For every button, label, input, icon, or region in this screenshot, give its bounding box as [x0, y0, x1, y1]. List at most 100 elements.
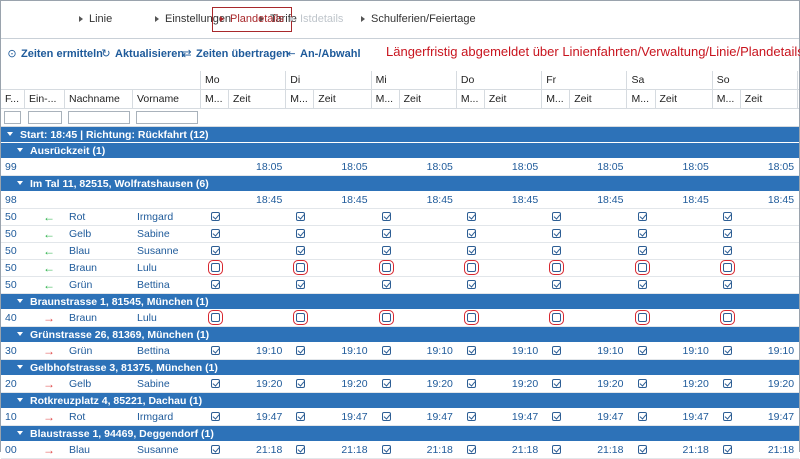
mitfahrt-checkbox[interactable]: [381, 379, 391, 388]
column-header-zeit[interactable]: Zeit: [229, 90, 287, 109]
column-header-mit[interactable]: M...: [286, 90, 315, 109]
column-header-vorname[interactable]: Vorname: [133, 90, 201, 109]
mitfahrt-checkbox[interactable]: [381, 346, 391, 355]
mitfahrt-checkbox[interactable]: [378, 260, 394, 275]
mitfahrt-checkbox[interactable]: [637, 246, 647, 255]
mitfahrt-checkbox[interactable]: [381, 280, 391, 289]
caret-down-icon[interactable]: [17, 299, 23, 303]
column-header-zeit[interactable]: Zeit: [570, 90, 628, 109]
caret-down-icon[interactable]: [17, 332, 23, 336]
mitfahrt-checkbox[interactable]: [296, 445, 306, 454]
mitfahrt-checkbox[interactable]: [722, 412, 732, 421]
filter-input-nachname[interactable]: [68, 111, 130, 124]
mitfahrt-checkbox[interactable]: [637, 229, 647, 238]
mitfahrt-checkbox[interactable]: [722, 280, 732, 289]
mitfahrt-checkbox[interactable]: [381, 246, 391, 255]
table-row[interactable]: 50 ← Grün Bettina: [1, 277, 799, 294]
mitfahrt-checkbox[interactable]: [466, 229, 476, 238]
mitfahrt-checkbox[interactable]: [637, 412, 647, 421]
mitfahrt-checkbox[interactable]: [211, 280, 220, 289]
mitfahrt-checkbox[interactable]: [296, 412, 306, 421]
caret-down-icon[interactable]: [7, 132, 13, 136]
column-header-nachname[interactable]: Nachname: [65, 90, 133, 109]
mitfahrt-checkbox[interactable]: [552, 212, 562, 221]
mitfahrt-checkbox[interactable]: [208, 310, 223, 325]
column-header-zeit[interactable]: Zeit: [485, 90, 543, 109]
table-row[interactable]: 50 ← Gelb Sabine: [1, 226, 799, 243]
mitfahrt-checkbox[interactable]: [381, 412, 391, 421]
column-header-zeit[interactable]: Zeit: [400, 90, 457, 109]
mitfahrt-checkbox[interactable]: [381, 445, 391, 454]
mitfahrt-checkbox[interactable]: [719, 310, 735, 325]
table-row[interactable]: 20 → Gelb Sabine 19:20 19:20 19:20 19:20 19:20 19…: [1, 376, 799, 393]
mitfahrt-checkbox[interactable]: [211, 412, 220, 421]
mitfahrt-checkbox[interactable]: [552, 379, 562, 388]
group-header[interactable]: Grünstrasse 26, 81369, München (1): [1, 327, 799, 343]
table-row[interactable]: 99 18:05 18:05 18:05 18:05 18:05 18:05 18:05: [1, 159, 799, 176]
table-row[interactable]: 50 ← Blau Susanne: [1, 243, 799, 260]
mitfahrt-checkbox[interactable]: [208, 260, 223, 275]
caret-down-icon[interactable]: [17, 398, 23, 402]
mitfahrt-checkbox[interactable]: [466, 280, 476, 289]
mitfahrt-checkbox[interactable]: [466, 346, 476, 355]
mitfahrt-checkbox[interactable]: [211, 212, 220, 221]
mitfahrt-checkbox[interactable]: [381, 212, 391, 221]
mitfahrt-checkbox[interactable]: [381, 229, 391, 238]
column-header-mit[interactable]: M...: [457, 90, 485, 109]
mitfahrt-checkbox[interactable]: [211, 445, 220, 454]
filter-input-ein[interactable]: [28, 111, 62, 124]
mitfahrt-checkbox[interactable]: [211, 246, 220, 255]
mitfahrt-checkbox[interactable]: [463, 310, 479, 325]
mitfahrt-checkbox[interactable]: [463, 260, 479, 275]
mitfahrt-checkbox[interactable]: [466, 379, 476, 388]
mitfahrt-checkbox[interactable]: [634, 310, 650, 325]
caret-down-icon[interactable]: [17, 181, 23, 185]
caret-down-icon[interactable]: [17, 148, 23, 152]
mitfahrt-checkbox[interactable]: [211, 229, 220, 238]
group-header[interactable]: Im Tal 11, 82515, Wolfratshausen (6): [1, 176, 799, 192]
column-header-mit[interactable]: M...: [542, 90, 571, 109]
caret-down-icon[interactable]: [17, 431, 23, 435]
mitfahrt-checkbox[interactable]: [293, 310, 309, 325]
tab-schulferien-feiertage[interactable]: Schulferien/Feiertage: [357, 7, 480, 32]
tab-linie[interactable]: Linie: [75, 7, 116, 32]
mitfahrt-checkbox[interactable]: [296, 346, 306, 355]
aktualisieren-button[interactable]: ↻ Aktualisieren: [100, 47, 184, 60]
table-row[interactable]: 40 → Braun Lulu: [1, 310, 799, 327]
column-header-mit[interactable]: M...: [628, 90, 656, 109]
column-header-mit[interactable]: M...: [201, 90, 229, 109]
mitfahrt-checkbox[interactable]: [722, 379, 732, 388]
mitfahrt-checkbox[interactable]: [637, 280, 647, 289]
table-row[interactable]: 10 → Rot Irmgard 19:47 19:47 19:47 19:47 19:47 19…: [1, 409, 799, 426]
column-header-ein[interactable]: Ein-...: [25, 90, 65, 109]
an-abwahl-button[interactable]: ⇤ An-/Abwahl: [285, 47, 360, 60]
mitfahrt-checkbox[interactable]: [722, 229, 732, 238]
table-row[interactable]: 30 → Grün Bettina 19:10 19:10 19:10 19:10 19:10 1…: [1, 343, 799, 360]
zeiten-ermitteln-button[interactable]: ⊙ Zeiten ermitteln: [6, 47, 103, 60]
column-header-mit[interactable]: M...: [713, 90, 741, 109]
group-header[interactable]: Ausrückzeit (1): [1, 143, 799, 159]
mitfahrt-checkbox[interactable]: [466, 445, 476, 454]
mitfahrt-checkbox[interactable]: [296, 229, 306, 238]
mitfahrt-checkbox[interactable]: [296, 280, 306, 289]
mitfahrt-checkbox[interactable]: [552, 412, 562, 421]
mitfahrt-checkbox[interactable]: [552, 280, 562, 289]
column-header-zeit[interactable]: Zeit: [314, 90, 372, 109]
mitfahrt-checkbox[interactable]: [634, 260, 650, 275]
filter-input-f[interactable]: [4, 111, 21, 124]
mitfahrt-checkbox[interactable]: [722, 212, 732, 221]
group-header[interactable]: Start: 18:45 | Richtung: Rückfahrt (12): [1, 127, 799, 143]
mitfahrt-checkbox[interactable]: [637, 212, 647, 221]
mitfahrt-checkbox[interactable]: [722, 445, 732, 454]
column-header-zeit[interactable]: Zeit: [741, 90, 799, 109]
mitfahrt-checkbox[interactable]: [211, 346, 220, 355]
mitfahrt-checkbox[interactable]: [552, 229, 562, 238]
mitfahrt-checkbox[interactable]: [211, 379, 220, 388]
group-header[interactable]: Rotkreuzplatz 4, 85221, Dachau (1): [1, 393, 799, 409]
mitfahrt-checkbox[interactable]: [722, 346, 732, 355]
mitfahrt-checkbox[interactable]: [466, 212, 476, 221]
column-header-f[interactable]: F...: [1, 90, 25, 109]
mitfahrt-checkbox[interactable]: [637, 346, 647, 355]
mitfahrt-checkbox[interactable]: [719, 260, 735, 275]
mitfahrt-checkbox[interactable]: [378, 310, 394, 325]
